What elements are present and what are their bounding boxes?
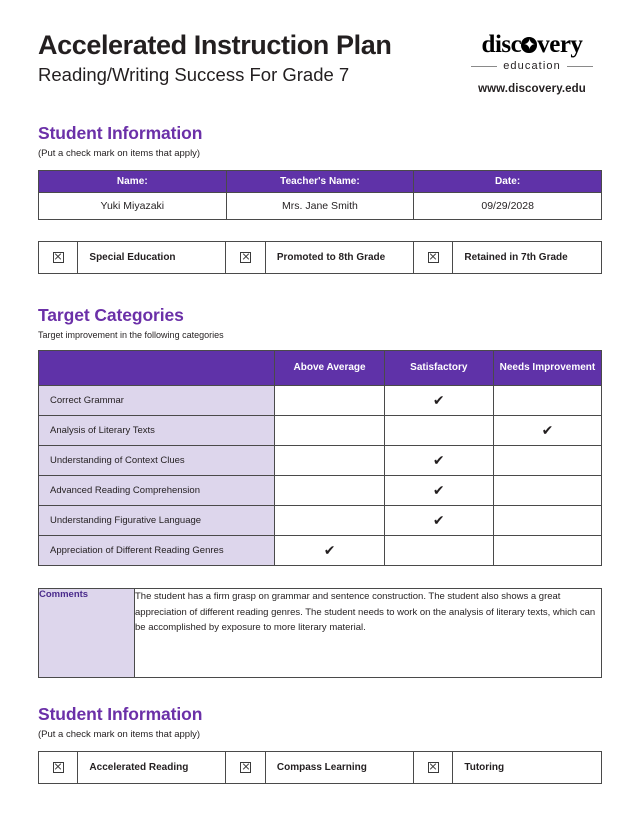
checkbox-icon [427, 251, 439, 263]
value-teacher-name[interactable]: Mrs. Jane Smith [225, 192, 415, 220]
cell-needs-improvement[interactable] [492, 505, 603, 536]
cell-satisfactory[interactable]: ✔ [383, 505, 494, 536]
comments-table: Comments The student has a firm grasp on… [38, 588, 602, 678]
logo-word-before: disc [481, 31, 522, 58]
cell-above-average[interactable] [274, 415, 385, 446]
student-status-checkbox-table: Special Education Promoted to 8th Grade … [37, 241, 602, 274]
logo-url: www.discovery.edu [478, 83, 586, 95]
table-row: Advanced Reading Comprehension ✔ [37, 475, 603, 506]
checkmark-icon: ✔ [323, 542, 336, 559]
logo-word-after: very [537, 31, 583, 58]
document-page: Accelerated Instruction Plan Reading/Wri… [0, 0, 640, 828]
cell-above-average[interactable] [274, 445, 385, 476]
table-row: Yuki Miyazaki Mrs. Jane Smith 09/29/2028 [38, 192, 602, 220]
checkbox-special-education[interactable] [37, 241, 79, 274]
checkmark-icon: ✔ [432, 482, 445, 499]
target-categories-table: Above Average Satisfactory Needs Improve… [37, 350, 603, 566]
table-row: Correct Grammar ✔ [37, 385, 603, 416]
cell-needs-improvement[interactable] [492, 385, 603, 416]
cell-satisfactory[interactable] [383, 535, 494, 566]
table-header-row: Name: Teacher's Name: Date: [38, 170, 602, 193]
comments-text[interactable]: The student has a firm grasp on grammar … [134, 588, 602, 678]
value-date[interactable]: 09/29/2028 [413, 192, 602, 220]
title-block: Accelerated Instruction Plan Reading/Wri… [38, 28, 392, 86]
checkbox-label-compass-learning: Compass Learning [264, 751, 414, 784]
cell-satisfactory[interactable]: ✔ [383, 385, 494, 416]
column-header-date: Date: [413, 170, 602, 193]
checkbox-retained-7th-grade[interactable] [412, 241, 454, 274]
cell-above-average[interactable] [274, 385, 385, 416]
checkmark-icon: ✔ [432, 512, 445, 529]
value-name[interactable]: Yuki Miyazaki [38, 192, 227, 220]
table-row: Analysis of Literary Texts ✔ [37, 415, 603, 446]
checkmark-icon: ✔ [432, 392, 445, 409]
column-header-above-average: Above Average [274, 350, 385, 386]
section-title-student-information: Student Information [38, 123, 203, 143]
cell-satisfactory[interactable] [383, 415, 494, 446]
cell-needs-improvement[interactable] [492, 535, 603, 566]
checkbox-icon [52, 761, 64, 773]
student-info-table: Name: Teacher's Name: Date: Yuki Miyazak… [38, 170, 602, 220]
category-label: Understanding of Context Clues [37, 445, 276, 476]
category-label: Understanding Figurative Language [37, 505, 276, 536]
column-header-teacher-name: Teacher's Name: [225, 170, 415, 193]
checkbox-icon [427, 761, 439, 773]
cell-above-average[interactable] [274, 505, 385, 536]
checkbox-label-special-education: Special Education [77, 241, 227, 274]
cell-satisfactory[interactable]: ✔ [383, 445, 494, 476]
category-label: Analysis of Literary Texts [37, 415, 276, 446]
checkbox-compass-learning[interactable] [225, 751, 266, 784]
category-label: Appreciation of Different Reading Genres [37, 535, 276, 566]
checkbox-label-tutoring: Tutoring [452, 751, 602, 784]
logo-wordmark: disc very [482, 32, 583, 57]
checkmark-icon: ✔ [541, 422, 554, 439]
logo-subtext: education [503, 60, 561, 72]
checkbox-accelerated-reading[interactable] [37, 751, 79, 784]
checkbox-icon [240, 761, 252, 773]
comments-label: Comments [38, 588, 135, 678]
table-row: Comments The student has a firm grasp on… [38, 588, 602, 678]
table-row: Understanding of Context Clues ✔ [37, 445, 603, 476]
column-header-satisfactory: Satisfactory [383, 350, 494, 386]
cell-needs-improvement[interactable] [492, 445, 603, 476]
column-header-needs-improvement: Needs Improvement [492, 350, 603, 386]
table-row: Special Education Promoted to 8th Grade … [37, 241, 602, 274]
logo-subtext-row: education [462, 60, 602, 72]
category-label: Correct Grammar [37, 385, 276, 416]
table-row: Accelerated Reading Compass Learning Tut… [37, 751, 602, 784]
star-icon [521, 37, 537, 53]
discovery-education-logo: disc very education www.discovery.edu [462, 28, 602, 95]
checkmark-icon: ✔ [432, 452, 445, 469]
column-header-category [37, 350, 276, 386]
checkbox-icon [52, 251, 64, 263]
section-note-student-information-bottom: (Put a check mark on items that apply) [38, 729, 201, 740]
page-subtitle: Reading/Writing Success For Grade 7 [38, 64, 350, 86]
table-row: Understanding Figurative Language ✔ [37, 505, 603, 536]
cell-above-average[interactable]: ✔ [274, 535, 385, 566]
checkbox-label-retained-7th-grade: Retained in 7th Grade [452, 241, 602, 274]
table-header-row: Above Average Satisfactory Needs Improve… [37, 350, 603, 386]
checkbox-label-promoted-8th-grade: Promoted to 8th Grade [264, 241, 414, 274]
cell-satisfactory[interactable]: ✔ [383, 475, 494, 506]
document-header: Accelerated Instruction Plan Reading/Wri… [38, 28, 602, 95]
section-note-target-categories: Target improvement in the following cate… [38, 330, 224, 340]
column-header-name: Name: [38, 170, 227, 193]
category-label: Advanced Reading Comprehension [37, 475, 276, 506]
page-title: Accelerated Instruction Plan [38, 30, 392, 60]
table-row: Appreciation of Different Reading Genres… [37, 535, 603, 566]
checkbox-tutoring[interactable] [412, 751, 454, 784]
section-title-student-information-bottom: Student Information [38, 704, 203, 724]
section-title-target-categories: Target Categories [38, 305, 184, 325]
cell-needs-improvement[interactable]: ✔ [492, 415, 603, 446]
divider-left [471, 65, 498, 67]
divider-right [566, 65, 593, 67]
cell-needs-improvement[interactable] [492, 475, 603, 506]
student-programs-checkbox-table: Accelerated Reading Compass Learning Tut… [37, 751, 602, 784]
section-note-student-information: (Put a check mark on items that apply) [38, 148, 201, 159]
checkbox-promoted-8th-grade[interactable] [225, 241, 266, 274]
cell-above-average[interactable] [274, 475, 385, 506]
checkbox-label-accelerated-reading: Accelerated Reading [77, 751, 227, 784]
checkbox-icon [240, 251, 252, 263]
